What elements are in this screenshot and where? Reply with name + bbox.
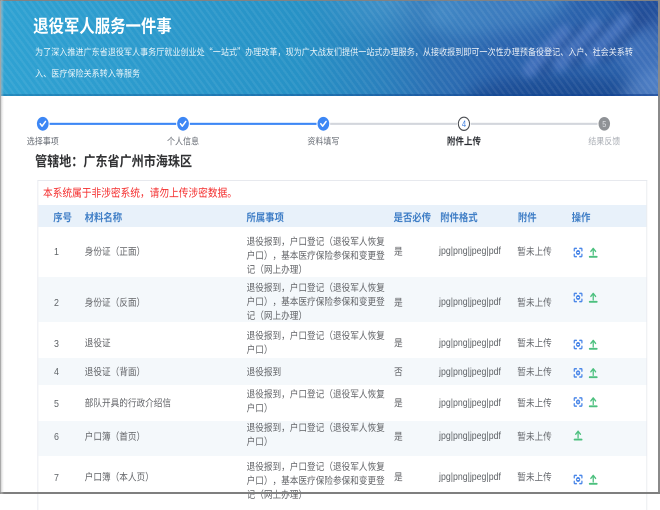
svg-text:4: 4: [462, 118, 467, 129]
svg-text:5: 5: [602, 119, 607, 129]
